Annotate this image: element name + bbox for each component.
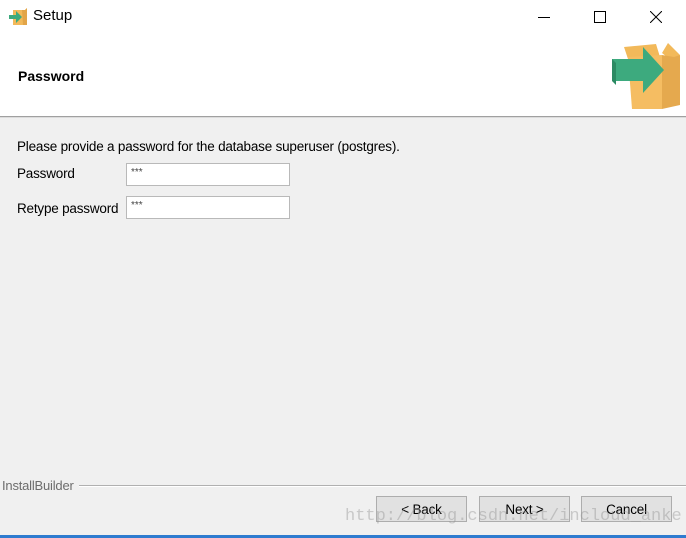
minimize-button[interactable] [516, 0, 572, 34]
close-button[interactable] [628, 0, 684, 34]
retype-password-label: Retype password [17, 201, 119, 216]
next-button[interactable]: Next > [479, 496, 570, 522]
footer-divider [79, 485, 686, 486]
window-title: Setup [33, 7, 73, 24]
close-icon [650, 11, 662, 23]
retype-password-input[interactable]: *** [126, 196, 290, 219]
maximize-button[interactable] [572, 0, 628, 34]
wizard-header: Password [0, 34, 686, 117]
minimize-icon [538, 17, 550, 18]
app-icon [9, 8, 27, 25]
maximize-icon [594, 11, 606, 23]
installbuilder-label: InstallBuilder [2, 478, 76, 493]
password-label: Password [17, 166, 75, 181]
password-input[interactable]: *** [126, 163, 290, 186]
page-title: Password [18, 68, 85, 84]
cancel-button[interactable]: Cancel [581, 496, 672, 522]
title-bar: Setup [0, 0, 686, 34]
intro-text: Please provide a password for the databa… [17, 139, 400, 154]
install-box-arrow-icon [612, 43, 680, 109]
header-divider [0, 117, 686, 118]
back-button[interactable]: < Back [376, 496, 467, 522]
